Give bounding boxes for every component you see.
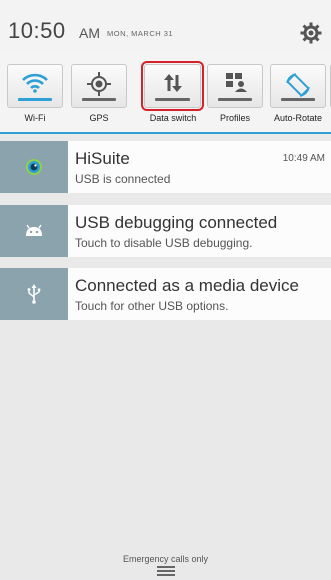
gps-icon — [87, 72, 111, 96]
profiles-label: Profiles — [219, 113, 250, 123]
data-switch-icon — [163, 74, 182, 92]
android-icon — [26, 224, 42, 236]
data-switch-label: Data switch — [149, 113, 197, 123]
drag-handle-icon[interactable] — [157, 566, 175, 576]
notification-title: USB debugging connected — [75, 213, 278, 232]
gps-toggle[interactable] — [71, 64, 127, 108]
gps-label: GPS — [89, 113, 109, 123]
profiles-icon — [226, 73, 247, 92]
data-switch-state-bar — [155, 98, 190, 101]
data-switch-toggle[interactable] — [141, 61, 204, 111]
auto-rotate-label: Auto-Rotate — [273, 113, 323, 123]
notification-usb-debugging[interactable]: USB debugging connected Touch to disable… — [0, 205, 331, 257]
gps-state-bar — [82, 98, 116, 101]
hisuite-icon — [26, 159, 42, 175]
clock-ampm: AM — [79, 25, 100, 41]
wifi-label: Wi-Fi — [24, 113, 46, 123]
usb-icon-box — [0, 268, 68, 320]
notification-subtitle: Touch to disable USB debugging. — [75, 236, 253, 250]
auto-rotate-state-bar — [281, 98, 315, 101]
wifi-icon — [22, 73, 48, 93]
notification-title: Connected as a media device — [75, 276, 299, 295]
android-icon-box — [0, 205, 68, 257]
status-header: 10:50 AM MON, MARCH 31 — [0, 0, 331, 52]
settings-gear-icon[interactable] — [299, 21, 323, 45]
wifi-state-bar — [18, 98, 52, 101]
hisuite-icon-box — [0, 141, 68, 193]
quick-settings-divider — [0, 132, 331, 134]
profiles-toggle[interactable] — [207, 64, 263, 108]
clock-time: 10:50 — [8, 18, 66, 43]
notification-media-device[interactable]: Connected as a media device Touch for ot… — [0, 268, 331, 320]
auto-rotate-toggle[interactable] — [270, 64, 326, 108]
auto-rotate-icon — [286, 73, 310, 97]
wifi-toggle[interactable] — [7, 64, 63, 108]
notification-title: HiSuite — [75, 149, 130, 168]
usb-icon — [27, 284, 41, 304]
profiles-state-bar — [218, 98, 252, 101]
notification-subtitle: USB is connected — [75, 172, 171, 186]
emergency-calls-text: Emergency calls only — [122, 554, 209, 564]
notification-time: 10:49 AM — [282, 153, 325, 164]
notification-hisuite[interactable]: HiSuite USB is connected 10:49 AM — [0, 141, 331, 193]
date-text: MON, MARCH 31 — [107, 29, 174, 38]
notification-subtitle: Touch for other USB options. — [75, 299, 229, 313]
